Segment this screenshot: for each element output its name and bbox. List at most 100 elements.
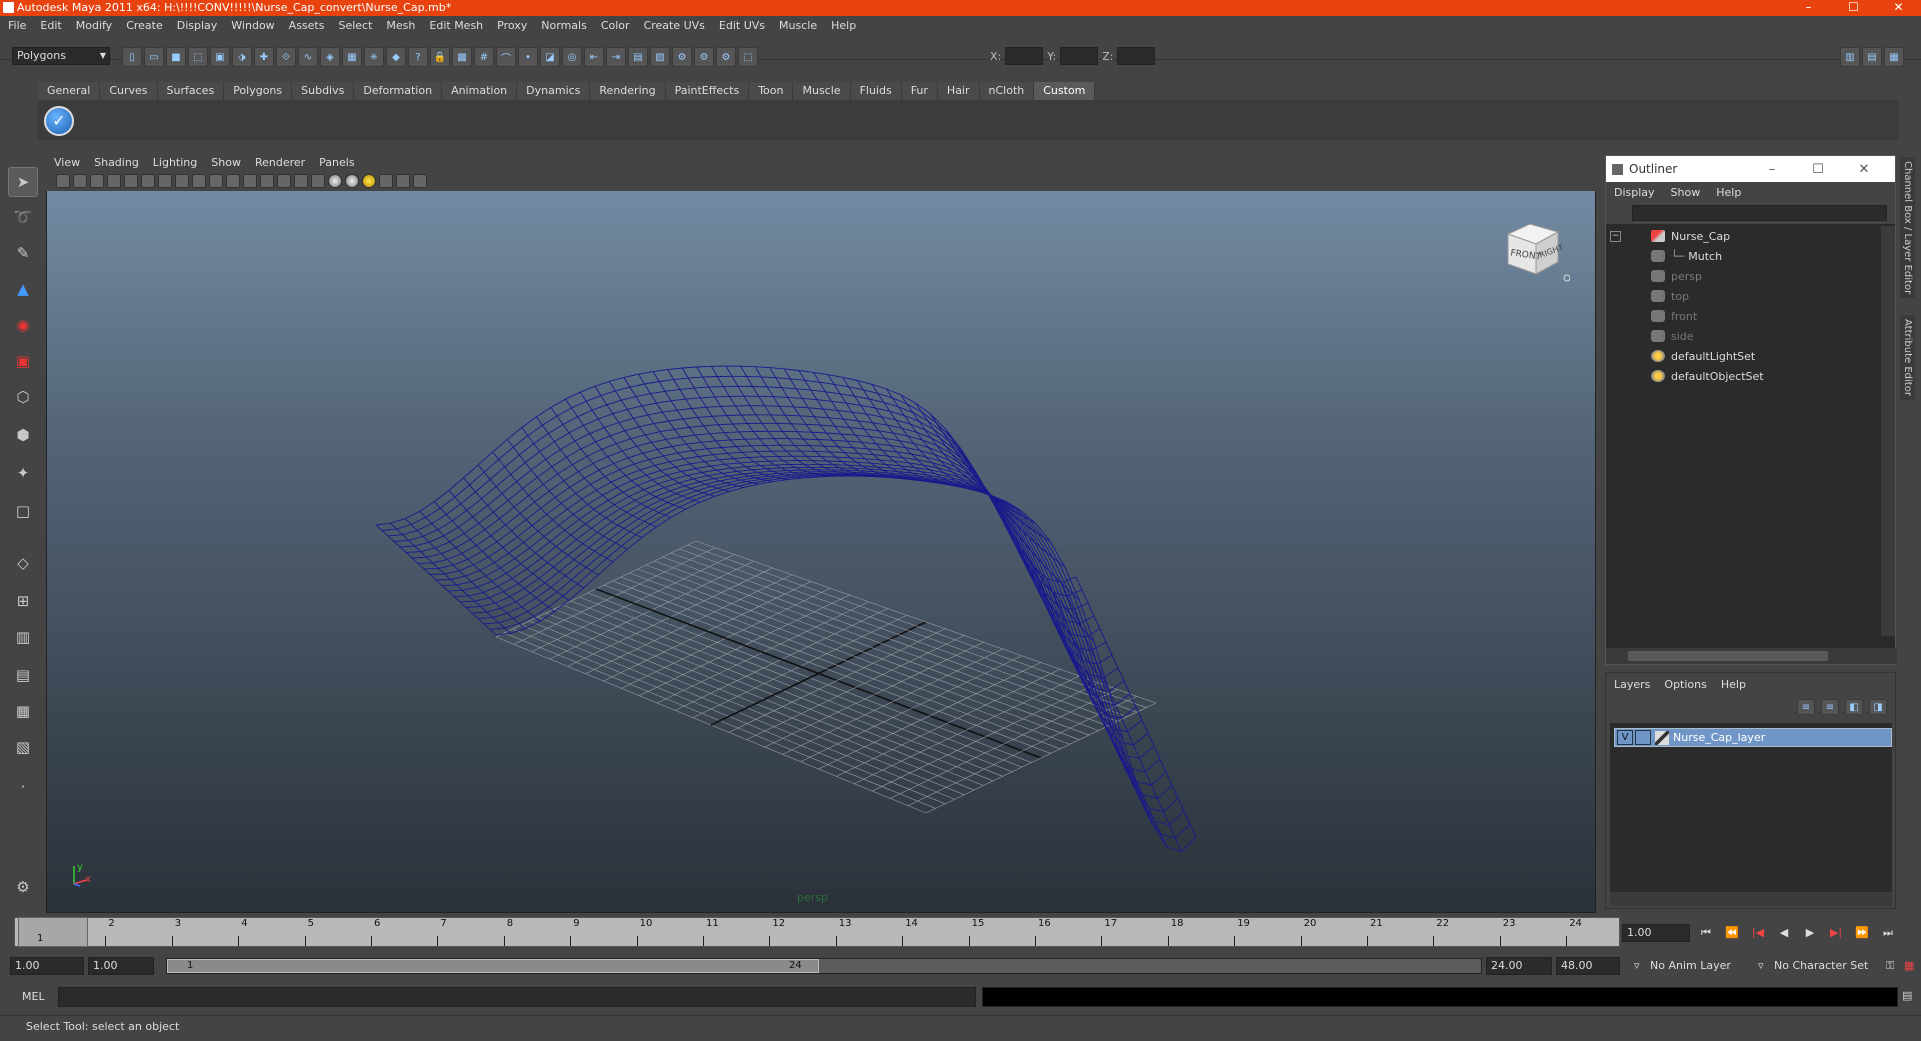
channel-box-tab[interactable]: Channel Box / Layer Editor (1900, 157, 1915, 299)
shelf-tab-fur[interactable]: Fur (901, 82, 938, 100)
shelf-tab-fluids[interactable]: Fluids (850, 82, 902, 100)
hypershade-layout-icon[interactable]: ▦ (8, 696, 38, 726)
shelf-tab-rendering[interactable]: Rendering (590, 82, 666, 100)
four-view-layout-icon[interactable]: ⊞ (8, 586, 38, 616)
make-live-icon[interactable]: ◎ (562, 47, 582, 67)
mask-dynamics-icon[interactable]: ✳ (364, 47, 384, 67)
range-slider[interactable]: 1 24 (166, 958, 1482, 974)
menu-edit-mesh[interactable]: Edit Mesh (429, 19, 483, 32)
outliner-maximize-button[interactable]: ☐ (1795, 162, 1841, 177)
script-editor-icon[interactable]: ▤ (1902, 989, 1912, 1002)
mask-curves-icon[interactable]: ∿ (298, 47, 318, 67)
step-back-frame-icon[interactable]: |◀ (1748, 924, 1768, 942)
range-slider-thumb[interactable] (167, 959, 819, 973)
outliner-menu-help[interactable]: Help (1716, 186, 1741, 199)
outliner-item-mutch[interactable]: └─ Mutch (1651, 246, 1722, 266)
snap-to-curve-icon[interactable]: ⌒ (496, 47, 516, 67)
playback-start-input[interactable]: 1.00 (88, 957, 154, 975)
auto-key-icon[interactable]: ⚿ (1880, 957, 1894, 975)
chevron-down-icon[interactable]: ▿ (1752, 957, 1764, 975)
high-quality-icon[interactable] (413, 174, 427, 188)
shelf-tab-toon[interactable]: Toon (749, 82, 794, 100)
shelf-tab-curves[interactable]: Curves (100, 82, 158, 100)
move-tool-button[interactable]: ▲ (8, 274, 38, 304)
layer-menu-options[interactable]: Options (1664, 678, 1706, 691)
render-view-icon[interactable]: ▨ (650, 47, 670, 67)
toggle-tool-settings-icon[interactable]: ▤ (1862, 47, 1882, 67)
outliner-vertical-scrollbar[interactable] (1881, 226, 1895, 636)
isolate-select-icon[interactable] (396, 174, 410, 188)
wireframe-on-shaded-icon[interactable] (294, 174, 308, 188)
menu-mesh[interactable]: Mesh (386, 19, 415, 32)
show-manipulator-button[interactable]: ✦ (8, 458, 38, 488)
shelf-tab-surfaces[interactable]: Surfaces (157, 82, 225, 100)
menu-set-select[interactable]: Polygons ▼ (12, 47, 110, 65)
menu-normals[interactable]: Normals (541, 19, 587, 32)
play-forward-icon[interactable]: ▶ (1800, 924, 1820, 942)
outliner-item-side[interactable]: side (1651, 326, 1694, 346)
menu-modify[interactable]: Modify (76, 19, 112, 32)
animation-end-input[interactable]: 48.00 (1556, 957, 1620, 975)
outliner-item-nurse-cap[interactable]: Nurse_Cap (1651, 226, 1730, 246)
construction-history-icon[interactable]: ▤ (628, 47, 648, 67)
x-input[interactable] (1005, 47, 1044, 65)
command-input[interactable] (58, 987, 976, 1007)
mask-handles-icon[interactable]: ✚ (254, 47, 274, 67)
animation-start-input[interactable]: 1.00 (10, 957, 84, 975)
z-input[interactable] (1117, 47, 1156, 65)
new-layer-icon[interactable]: ◧ (1845, 699, 1863, 715)
textured-icon[interactable] (311, 174, 325, 188)
menu-help[interactable]: Help (831, 19, 856, 32)
collapse-icon[interactable]: − (1610, 231, 1621, 242)
minimize-button[interactable]: – (1786, 0, 1831, 16)
select-camera-icon[interactable] (56, 174, 70, 188)
safe-action-icon[interactable] (226, 174, 240, 188)
shelf-tab-painteffects[interactable]: PaintEffects (665, 82, 750, 100)
vp-menu-panels[interactable]: Panels (319, 156, 354, 169)
mask-rendering-icon[interactable]: ◆ (386, 47, 406, 67)
mask-deformers-icon[interactable]: ▦ (342, 47, 362, 67)
layer-playback-toggle[interactable] (1635, 730, 1651, 745)
move-layer-up-icon[interactable]: ≡ (1797, 699, 1815, 715)
command-language-label[interactable]: MEL (22, 990, 45, 1003)
layer-visibility-toggle[interactable]: V (1617, 730, 1633, 745)
safe-title-icon[interactable] (243, 174, 257, 188)
outliner-menu-display[interactable]: Display (1614, 186, 1655, 199)
outliner-horizontal-scrollbar[interactable] (1606, 648, 1897, 664)
vp-menu-view[interactable]: View (54, 156, 80, 169)
mask-misc-icon[interactable]: ? (408, 47, 428, 67)
menu-create-uvs[interactable]: Create UVs (644, 19, 705, 32)
bookmarks-icon[interactable] (90, 174, 104, 188)
outliner-filter-input[interactable] (1632, 205, 1887, 221)
manipulator-tool-button[interactable]: ⬡ (8, 382, 38, 412)
shelf-tab-custom[interactable]: Custom (1034, 82, 1096, 100)
menu-display[interactable]: Display (177, 19, 218, 32)
layer-row-nurse-cap[interactable]: V Nurse_Cap_layer (1614, 728, 1892, 747)
shelf-tab-animation[interactable]: Animation (442, 82, 518, 100)
persp-graph-layout-icon[interactable]: ▤ (8, 660, 38, 690)
last-tool-button[interactable]: □ (8, 496, 38, 526)
input-ops-icon[interactable]: ⇤ (584, 47, 604, 67)
new-scene-icon[interactable]: ▯ (122, 47, 142, 67)
lock-selection-icon[interactable]: 🔒 (430, 47, 450, 67)
shelf-tab-general[interactable]: General (38, 82, 101, 100)
shadows-icon[interactable] (362, 174, 376, 188)
gate-mask-icon[interactable] (192, 174, 206, 188)
new-layer-from-selection-icon[interactable]: ◨ (1869, 699, 1887, 715)
layer-color-swatch[interactable] (1655, 730, 1669, 745)
persp-outliner-layout-icon[interactable]: ▥ (8, 622, 38, 652)
wireframe-icon[interactable] (260, 174, 274, 188)
close-button[interactable]: ✕ (1876, 0, 1921, 16)
ipr-render-icon[interactable]: ⚙ (694, 47, 714, 67)
step-back-key-icon[interactable]: ⏪ (1722, 924, 1742, 942)
menu-color[interactable]: Color (601, 19, 630, 32)
menu-edit-uvs[interactable]: Edit UVs (719, 19, 765, 32)
input-line-mode-icon[interactable]: ⬚ (738, 47, 758, 67)
image-plane-icon[interactable] (107, 174, 121, 188)
layer-menu-layers[interactable]: Layers (1614, 678, 1650, 691)
vp-menu-renderer[interactable]: Renderer (255, 156, 305, 169)
shelf-checkmark-button[interactable]: ✓ (44, 106, 74, 136)
step-forward-key-icon[interactable]: ⏩ (1852, 924, 1872, 942)
lasso-tool-button[interactable]: ➰ (8, 202, 38, 232)
layout-options-icon[interactable]: · (8, 772, 38, 802)
